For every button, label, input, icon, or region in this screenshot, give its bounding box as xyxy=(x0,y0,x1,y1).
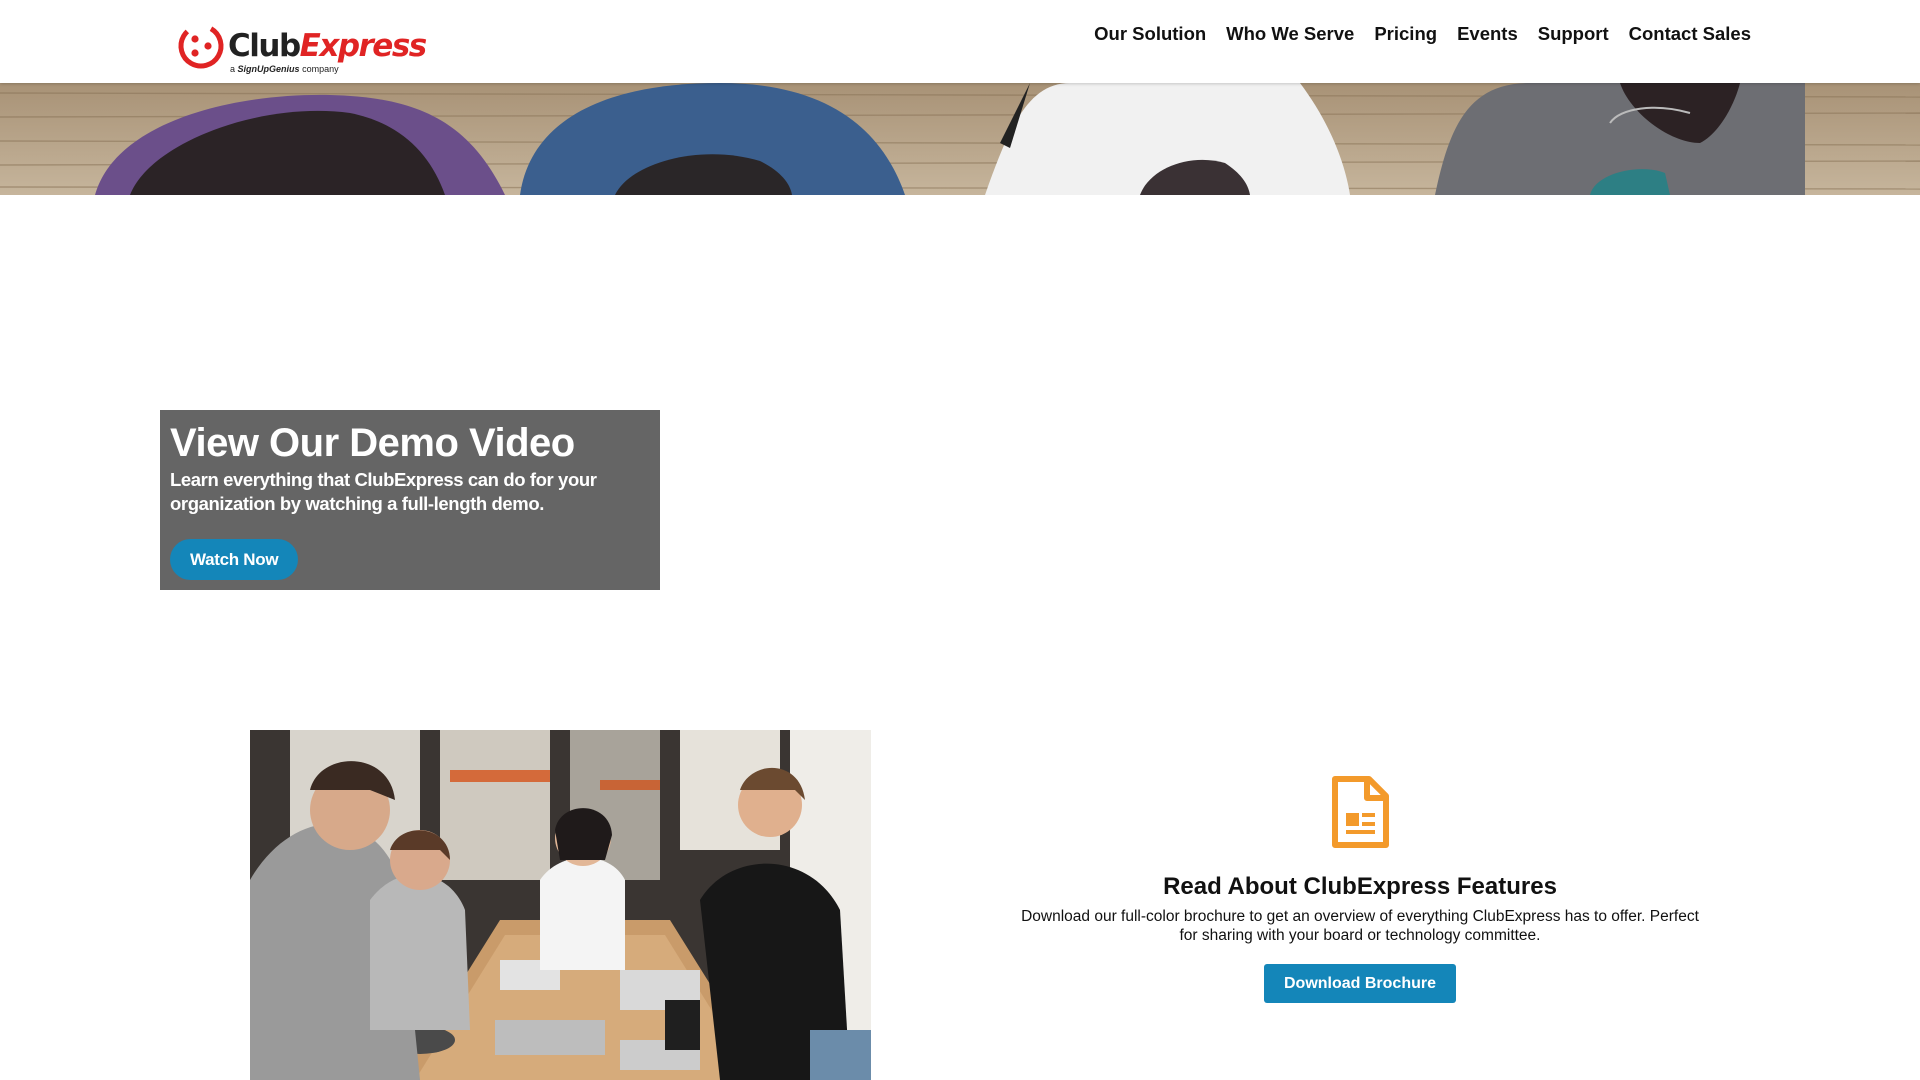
nav-pricing[interactable]: Pricing xyxy=(1374,23,1437,45)
main-nav: Our Solution Who We Serve Pricing Events… xyxy=(1094,23,1751,45)
logo-tagline-prefix: a xyxy=(230,64,236,74)
nav-contact-sales[interactable]: Contact Sales xyxy=(1629,23,1751,45)
download-brochure-button[interactable]: Download Brochure xyxy=(1263,964,1456,1003)
demo-video-card: View Our Demo Video Learn everything tha… xyxy=(160,410,660,590)
brochure-description: Download our full-color brochure to get … xyxy=(1021,908,1699,944)
nav-who-we-serve[interactable]: Who We Serve xyxy=(1226,23,1354,45)
logo-wordmark: ClubExpress xyxy=(228,28,428,64)
team-meeting-photo xyxy=(250,730,871,1080)
watch-now-button[interactable]: Watch Now xyxy=(170,539,299,580)
nav-events[interactable]: Events xyxy=(1457,23,1518,45)
brochure-title: Read About ClubExpress Features xyxy=(1163,873,1557,900)
logo-tagline: a SignUpGenius company xyxy=(230,64,339,74)
nav-our-solution[interactable]: Our Solution xyxy=(1094,23,1206,45)
hero-banner-image xyxy=(0,83,1920,195)
demo-title: View Our Demo Video xyxy=(170,421,575,465)
logo-tagline-brand: SignUpGenius xyxy=(237,64,300,74)
site-header: ClubExpress a SignUpGenius company Our S… xyxy=(0,0,1920,83)
nav-support[interactable]: Support xyxy=(1538,23,1609,45)
logo-word-express: Express xyxy=(299,28,428,64)
logo-mark-icon xyxy=(178,23,224,69)
document-icon xyxy=(1332,776,1389,848)
logo-word-club: Club xyxy=(228,28,301,64)
brochure-section: Read About ClubExpress Features Download… xyxy=(1000,775,1720,1003)
demo-description: Learn everything that ClubExpress can do… xyxy=(170,469,597,514)
logo-tagline-suffix: company xyxy=(302,64,339,74)
clubexpress-logo[interactable]: ClubExpress a SignUpGenius company xyxy=(176,20,427,78)
